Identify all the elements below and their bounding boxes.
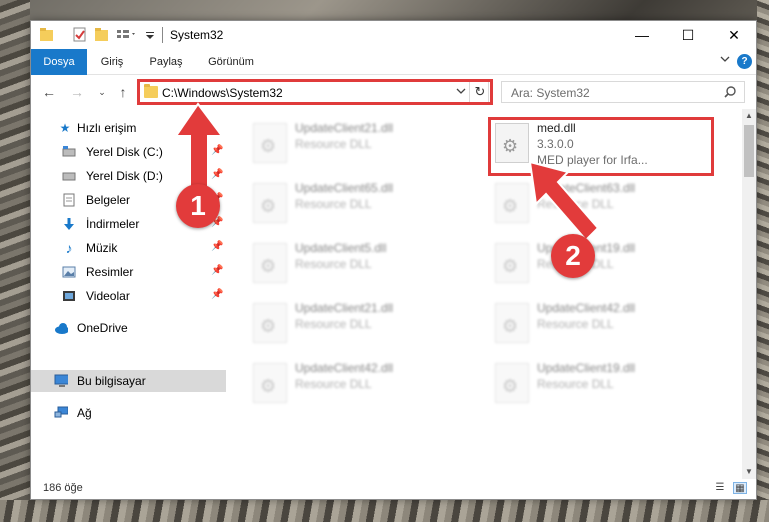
details-view-icon[interactable]: ☰	[713, 482, 727, 494]
customize-toolbar-icon[interactable]	[144, 27, 156, 43]
vertical-scrollbar[interactable]: ▲ ▼	[742, 109, 756, 479]
folder-icon	[40, 28, 53, 41]
help-icon[interactable]: ?	[737, 54, 752, 69]
list-item[interactable]: UpdateClient21.dll Resource DLL	[247, 115, 477, 169]
title-separator	[162, 27, 163, 43]
nav-item-network[interactable]: Ağ	[31, 402, 226, 424]
star-icon: ★	[59, 121, 71, 135]
list-item[interactable]: UpdateClient19.dll Resource DLL	[489, 355, 719, 409]
tab-home[interactable]: Giriş	[91, 49, 133, 75]
pin-icon[interactable]: 📌	[211, 265, 223, 276]
item-count: 186 öğe	[43, 482, 83, 494]
search-input[interactable]: Ara: System32	[501, 81, 745, 103]
search-icon[interactable]	[724, 85, 738, 99]
dll-file-icon	[253, 183, 287, 223]
documents-icon	[63, 193, 75, 207]
status-bar: 186 öğe ☰ ▦	[31, 479, 756, 499]
search-placeholder: Ara: System32	[511, 86, 590, 100]
pictures-icon	[62, 266, 76, 278]
view-options-icon[interactable]	[116, 27, 138, 43]
forward-arrow-icon[interactable]: →	[68, 83, 86, 101]
scroll-up-icon[interactable]: ▲	[742, 109, 756, 123]
step-1-badge: 1	[176, 184, 220, 228]
videos-icon	[63, 291, 75, 301]
nav-item-music[interactable]: ♪ Müzik 📌	[31, 237, 226, 259]
list-item[interactable]: UpdateClient21.dll Resource DLL	[247, 295, 477, 349]
drive-icon	[62, 172, 76, 181]
music-icon: ♪	[65, 240, 73, 256]
tab-view[interactable]: Görünüm	[201, 49, 261, 75]
chevron-down-icon[interactable]	[719, 54, 731, 64]
ribbon-tabs: Dosya Giriş Paylaş Görünüm ?	[31, 49, 756, 75]
list-item[interactable]: UpdateClient5.dll Resource DLL	[247, 235, 477, 289]
desktop-background-right	[757, 0, 769, 522]
dll-file-icon	[495, 243, 529, 283]
dll-file-icon	[253, 123, 287, 163]
nav-item-onedrive[interactable]: OneDrive	[31, 317, 226, 339]
file-explorer-window: System32 — ☐ ✕ Dosya Giriş Paylaş Görünü…	[30, 20, 757, 500]
window-title: System32	[170, 28, 224, 42]
list-item[interactable]: UpdateClient42.dll Resource DLL	[247, 355, 477, 409]
tab-file[interactable]: Dosya	[31, 49, 87, 75]
tab-share[interactable]: Paylaş	[141, 49, 191, 75]
pin-icon[interactable]: 📌	[211, 289, 223, 300]
desktop-background-bottom	[0, 500, 769, 522]
download-icon	[64, 218, 74, 230]
arrow-2-icon	[528, 160, 600, 242]
scroll-down-icon[interactable]: ▼	[742, 465, 756, 479]
nav-item-this-pc[interactable]: Bu bilgisayar	[31, 370, 226, 392]
properties-icon[interactable]	[73, 27, 87, 43]
cloud-icon	[55, 323, 68, 334]
recent-locations-chevron-icon[interactable]: ⌄	[93, 83, 111, 101]
drive-icon	[62, 146, 76, 157]
dll-file-icon	[253, 303, 287, 343]
computer-icon	[54, 374, 68, 387]
dll-file-icon	[495, 303, 529, 343]
large-icons-view-icon[interactable]: ▦	[733, 482, 747, 494]
dll-file-icon	[495, 363, 529, 403]
up-arrow-icon[interactable]: ↑	[114, 83, 132, 101]
network-icon	[54, 406, 68, 418]
list-item[interactable]: UpdateClient65.dll Resource DLL	[247, 175, 477, 229]
nav-item-pictures[interactable]: Resimler 📌	[31, 261, 226, 283]
step-2-badge: 2	[551, 234, 595, 278]
dll-file-icon	[253, 363, 287, 403]
nav-item-videos[interactable]: Videolar 📌	[31, 285, 226, 307]
scrollbar-thumb[interactable]	[744, 125, 754, 177]
desktop-background	[0, 0, 30, 522]
list-item[interactable]: UpdateClient42.dll Resource DLL	[489, 295, 719, 349]
title-bar: System32 — ☐ ✕	[31, 21, 756, 49]
pin-icon[interactable]: 📌	[211, 241, 223, 252]
dll-file-icon	[253, 243, 287, 283]
minimize-button[interactable]: —	[619, 21, 665, 49]
close-button[interactable]: ✕	[711, 21, 757, 49]
maximize-button[interactable]: ☐	[665, 21, 711, 49]
new-folder-icon[interactable]	[95, 27, 109, 43]
back-arrow-icon[interactable]: ←	[40, 83, 58, 101]
